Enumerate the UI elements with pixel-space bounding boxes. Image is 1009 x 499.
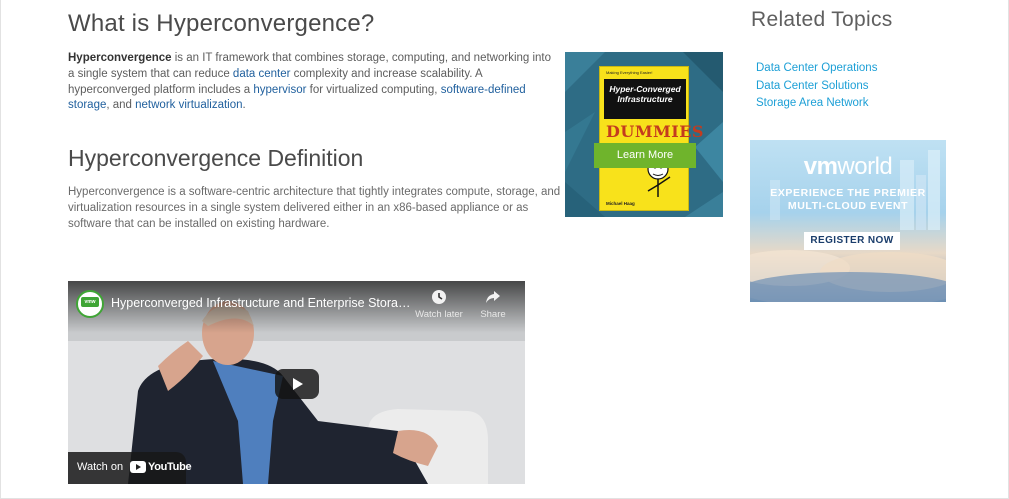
definition-heading: Hyperconvergence Definition — [68, 145, 364, 171]
intro-text-3: for virtualized computing, — [306, 83, 441, 96]
watch-later-button[interactable]: Watch later — [414, 289, 464, 320]
register-now-button[interactable]: REGISTER NOW — [804, 232, 900, 250]
book-cover: Making Everything Easier! Hyper-Converge… — [599, 66, 703, 211]
cover-author: Michael Haag — [606, 201, 635, 206]
network-virtualization-link[interactable]: network virtualization — [135, 99, 242, 111]
vmworld-logo: vmworld — [750, 153, 946, 181]
watch-later-label: Watch later — [415, 309, 463, 320]
logo-vm: vm — [803, 153, 838, 180]
video-title[interactable]: Hyperconverged Infrastructure and Enterp… — [111, 296, 411, 310]
cover-title: Hyper-Converged Infrastructure — [604, 79, 686, 119]
learn-more-button[interactable]: Learn More — [594, 143, 696, 168]
share-label: Share — [480, 309, 506, 320]
cover-brand: DUMMIES — [606, 122, 704, 141]
youtube-play-icon — [130, 461, 146, 473]
clock-icon — [432, 290, 446, 304]
share-button[interactable]: Share — [468, 289, 518, 320]
definition-paragraph: Hyperconvergence is a software-centric a… — [68, 186, 561, 230]
related-link-data-center-operations[interactable]: Data Center Operations — [756, 60, 877, 78]
share-icon — [486, 291, 500, 303]
watch-on-label: Watch on — [77, 461, 124, 473]
vmworld-banner[interactable]: vmworld EXPERIENCE THE PREMIER MULTI-CLO… — [750, 140, 946, 302]
related-link-storage-area-network[interactable]: Storage Area Network — [756, 95, 877, 113]
intro-term: Hyperconvergence — [68, 52, 172, 64]
banner-headline-1: EXPERIENCE THE PREMIER — [770, 187, 926, 199]
intro-text-5: . — [242, 99, 246, 112]
book-promo[interactable]: Making Everything Easier! Hyper-Converge… — [565, 52, 723, 217]
hypervisor-link[interactable]: hypervisor — [253, 84, 306, 96]
channel-logo-text: vmw — [81, 297, 99, 307]
banner-headline-2: MULTI-CLOUD EVENT — [787, 200, 909, 212]
related-topics-list: Data Center Operations Data Center Solut… — [756, 60, 877, 113]
youtube-wordmark: YouTube — [148, 461, 192, 473]
video-player[interactable]: vmw Hyperconverged Infrastructure and En… — [68, 281, 525, 484]
related-topics-title: Related Topics — [751, 8, 893, 31]
intro-text-4: , and — [106, 99, 136, 112]
page-title: What is Hyperconvergence? — [68, 10, 375, 37]
logo-world: world — [837, 153, 893, 180]
play-button[interactable] — [275, 369, 319, 399]
cover-tagline: Making Everything Easier! — [606, 70, 653, 75]
watch-on-youtube-button[interactable]: Watch on YouTube — [68, 452, 192, 484]
intro-paragraph: Hyperconvergence is an IT framework that… — [68, 51, 558, 114]
data-center-link[interactable]: data center — [233, 68, 291, 80]
channel-avatar[interactable]: vmw — [76, 290, 104, 318]
related-link-data-center-solutions[interactable]: Data Center Solutions — [756, 78, 877, 96]
